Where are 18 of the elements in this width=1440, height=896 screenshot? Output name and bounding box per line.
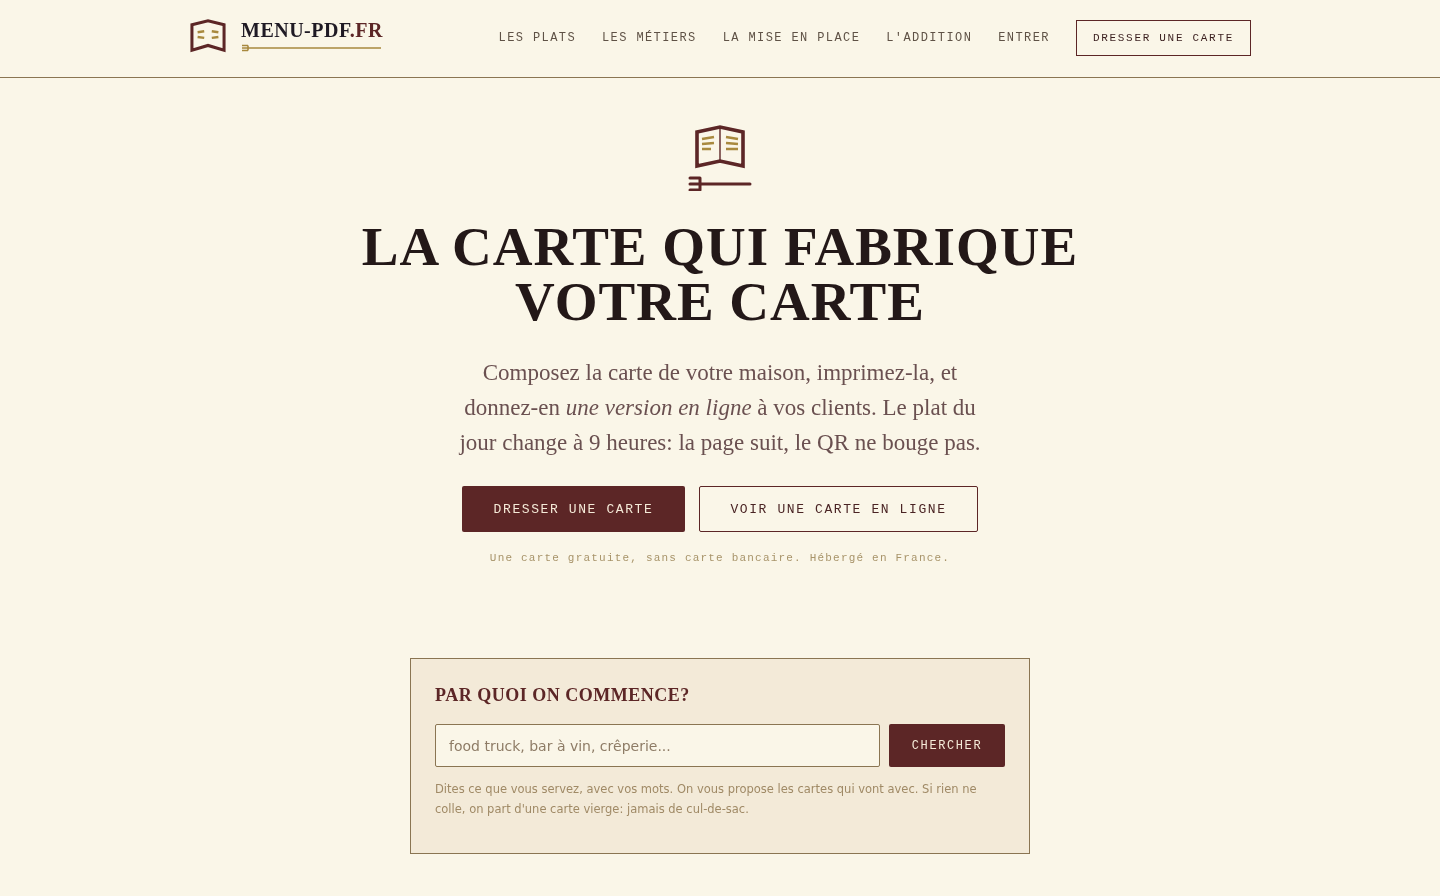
nav-link[interactable]: ENTRER [998,30,1050,45]
book-and-fork-icon [688,123,752,191]
search-button[interactable]: CHERCHER [889,724,1005,767]
create-menu-button[interactable]: DRESSER UNE CARTE [462,486,685,532]
hero-note: Une carte gratuite, sans carte bancaire. Hébergé en France. [489,552,951,564]
search-heading: PAR QUOI ON COMMENCE? [435,685,691,706]
nav-link[interactable]: LES MÉTIERS [602,30,697,45]
nav-link[interactable]: L'ADDITION [886,30,973,45]
view-online-menu-button[interactable]: VOIR UNE CARTE EN LIGNE [699,486,978,532]
site-logo-text[interactable]: MENU-PDF.FR [241,19,385,41]
search-help-text: Dites ce que vous servez, avec vos mots. On vous propose les cartes qui vont avec. Si rien ne colle, on part d'une carte vierge: jamais de cul-de-sac. [435,781,978,818]
hero-description: Composez la carte de votre maison, imprimez-la, et donnez-en une version en ligne à vos clients. Le plat du jour change à 9 heures: la page suit, le QR ne bouge pas. [457,359,982,457]
nav-link[interactable]: LA MISE EN PLACE [722,30,861,45]
nav-link[interactable]: LES PLATS [498,30,576,45]
open-book-icon [189,18,227,53]
create-menu-button[interactable]: DRESSER UNE CARTE [1075,19,1251,56]
hero-heading: LA CARTE QUI FABRIQUE VOTRE CARTE [361,219,1079,329]
search-field[interactable]: food truck, bar à vin, crêperie... [435,724,880,767]
